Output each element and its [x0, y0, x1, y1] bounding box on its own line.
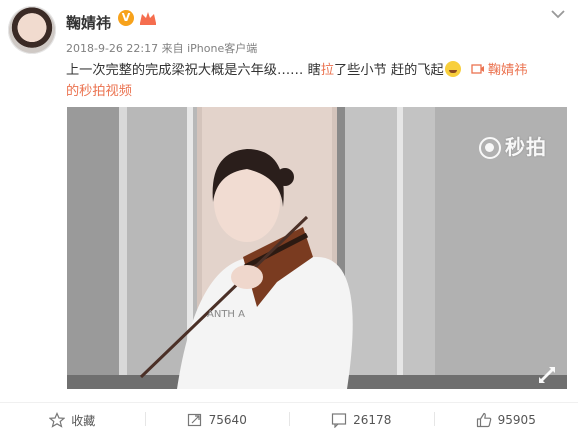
avatar[interactable]: [8, 6, 56, 54]
like-button[interactable]: 95905: [434, 403, 578, 437]
video-icon: [471, 63, 485, 75]
video-watermark-label: 秒拍: [505, 135, 547, 159]
post-meta: 2018-9-26 22:17 来自 iPhone客户端: [66, 40, 257, 56]
fullscreen-icon[interactable]: [537, 365, 557, 383]
favorite-label: 收藏: [71, 412, 95, 429]
like-count: 95905: [498, 413, 536, 427]
laughing-emoji-icon: [445, 61, 461, 77]
comment-button[interactable]: 26178: [289, 403, 434, 437]
username[interactable]: 鞠婧祎: [66, 12, 111, 33]
post-text-accent: 拉: [321, 63, 334, 78]
video-watermark: 秒拍: [479, 131, 547, 160]
repost-icon: [187, 412, 203, 428]
miaopai-logo-icon: [479, 137, 501, 159]
chevron-down-icon[interactable]: [548, 6, 568, 22]
action-bar: 收藏 75640 26178 95905: [0, 402, 578, 437]
member-crown-icon: [138, 10, 158, 26]
video-link-author: 鞠婧祎: [488, 63, 528, 78]
repost-button[interactable]: 75640: [145, 403, 290, 437]
svg-text:ANTH A: ANTH A: [207, 309, 245, 320]
repost-count: 75640: [209, 413, 247, 427]
verified-badge-icon: V: [118, 10, 134, 26]
star-icon: [49, 412, 65, 428]
video-player[interactable]: ANTH A 秒拍: [67, 107, 567, 389]
post-text-before: 上一次完整的完成梁祝大概是六年级…… 瞎: [66, 63, 321, 78]
thumbs-up-icon: [476, 412, 492, 428]
comment-count: 26178: [353, 413, 391, 427]
video-link-label: 的秒拍视频: [66, 84, 132, 99]
comment-icon: [331, 412, 347, 428]
favorite-button[interactable]: 收藏: [0, 403, 145, 437]
post-text: 上一次完整的完成梁祝大概是六年级…… 瞎拉了些小节 赶的飞起 鞠婧祎的秒拍视频: [66, 60, 566, 102]
post-text-after: 了些小节 赶的飞起: [334, 63, 444, 78]
